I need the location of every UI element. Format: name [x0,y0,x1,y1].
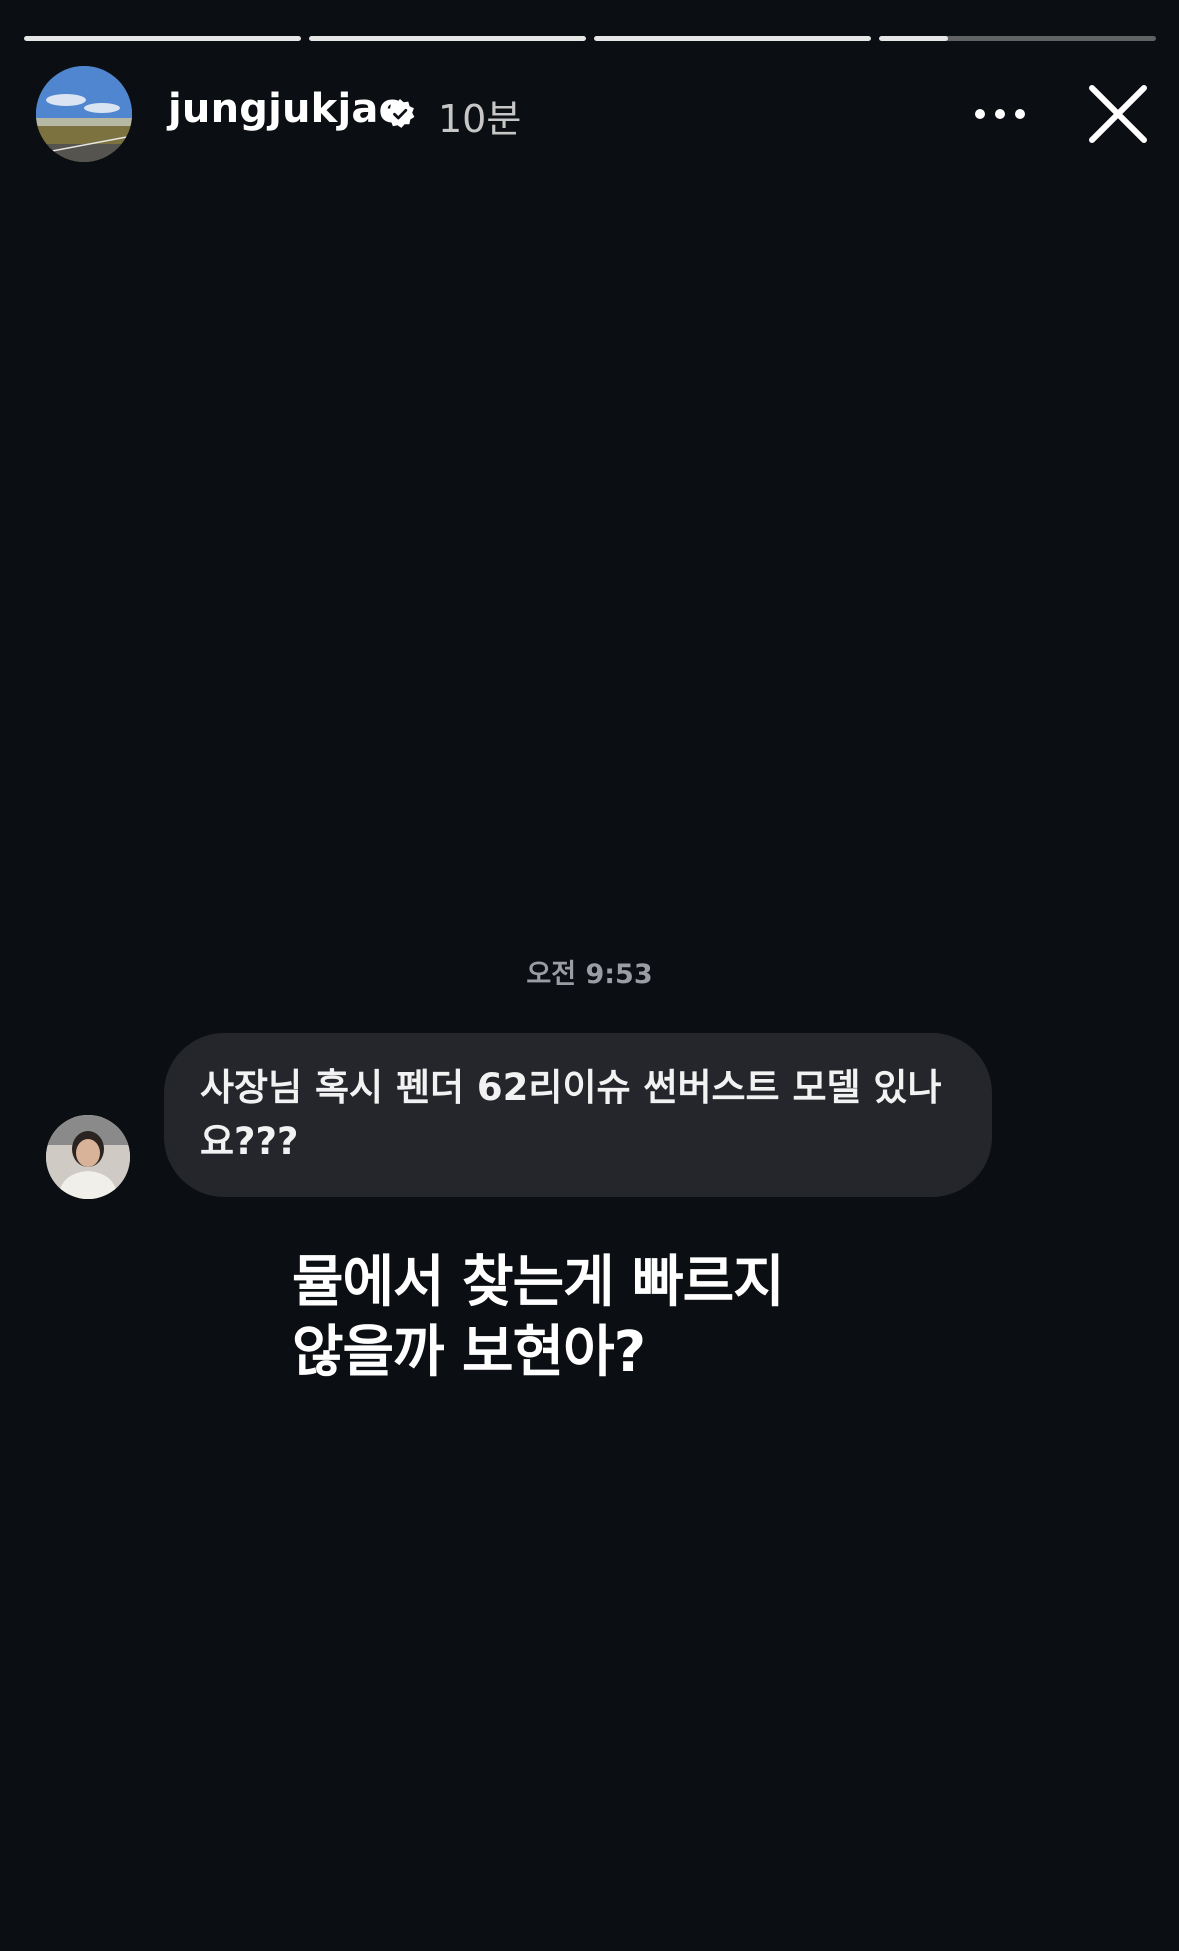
story-time-ago: 10분 [438,97,522,141]
overlay-text-line: 않을까 보현아? [292,1320,646,1385]
more-options-button[interactable] [972,94,1028,134]
story-overlay-text: 뮬에서 찾는게 빠르지 않을까 보현아? [292,1248,852,1388]
story-viewer[interactable]: jungjukjae 10분 오전 9:53 사장님 혹시 펜더 62리이슈 썬… [0,0,1179,1951]
overlay-text-line: 뮬에서 찾는게 빠르지 [292,1250,785,1315]
progress-segment [309,36,586,41]
message-timestamp: 오전 9:53 [526,959,653,990]
sender-avatar [46,1115,130,1199]
story-header: jungjukjae 10분 [0,62,1179,166]
username[interactable]: jungjukjae [168,86,406,132]
progress-segment [594,36,871,41]
progress-segment [24,36,301,41]
landscape-avatar-icon [36,66,132,162]
more-horizontal-icon [975,109,1025,119]
profile-avatar[interactable] [36,66,132,162]
person-avatar-icon [46,1115,130,1199]
verified-badge-icon [386,99,415,128]
close-button[interactable] [1086,82,1150,146]
story-progress-bar [24,36,1156,42]
message-bubble[interactable]: 사장님 혹시 펜더 62리이슈 썬버스트 모델 있나요??? [164,1033,992,1197]
close-icon [1089,85,1147,143]
progress-segment [879,36,1156,41]
